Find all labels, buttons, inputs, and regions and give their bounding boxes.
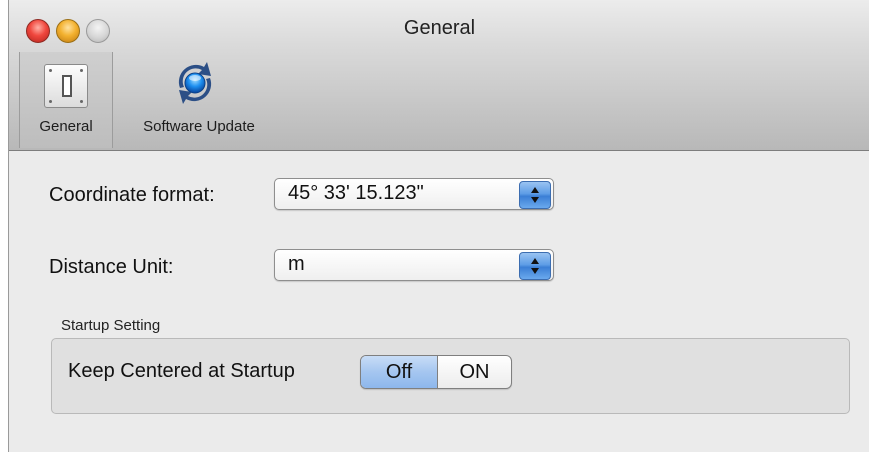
coordinate-format-popup[interactable]: 45° 33' 15.123" <box>274 178 554 210</box>
window-title: General <box>403 17 476 39</box>
title-toolbar: General General Software Update <box>9 0 869 151</box>
distance-unit-value: m <box>288 253 305 275</box>
segment-off[interactable]: Off <box>361 356 438 388</box>
keep-centered-segmented-control[interactable]: Off ON <box>360 355 512 389</box>
coordinate-format-label: Coordinate format: <box>49 184 215 206</box>
popup-arrows-icon <box>519 181 551 209</box>
distance-unit-label: Distance Unit: <box>49 256 174 278</box>
preferences-window: General General Software Update Coordina… <box>8 0 869 452</box>
segment-on[interactable]: ON <box>438 356 511 388</box>
general-pane: Coordinate format: 45° 33' 15.123" Dista… <box>9 151 869 452</box>
toolbar-item-software-update[interactable]: Software Update <box>119 52 279 148</box>
distance-unit-popup[interactable]: m <box>274 249 554 281</box>
startup-setting-group-label: Startup Setting <box>61 317 161 334</box>
toolbar-item-general[interactable]: General <box>19 52 113 148</box>
light-switch-icon <box>44 64 88 108</box>
popup-arrows-icon <box>519 252 551 280</box>
refresh-sync-icon <box>178 62 212 104</box>
toolbar-item-software-update-label: Software Update <box>143 118 255 135</box>
startup-setting-group: Keep Centered at Startup Off ON <box>51 338 850 414</box>
keep-centered-label: Keep Centered at Startup <box>68 360 295 382</box>
coordinate-format-value: 45° 33' 15.123" <box>288 182 424 204</box>
toolbar-item-general-label: General <box>39 118 93 135</box>
